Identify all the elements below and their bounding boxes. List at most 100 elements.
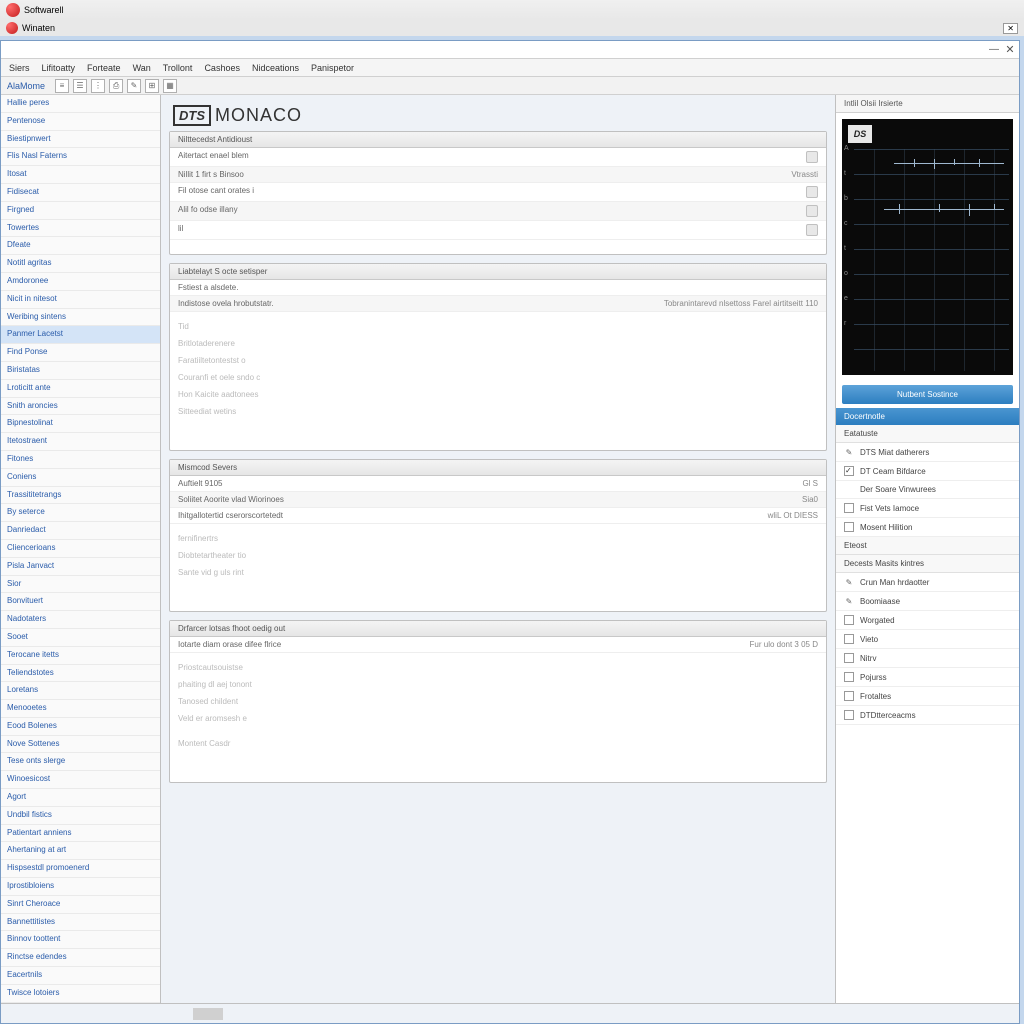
sidebar-item-43[interactable]: Hispsestdl promoenerd xyxy=(1,860,160,878)
check-row[interactable]: ✎DTS Miat datherers xyxy=(836,443,1019,462)
sidebar-item-13[interactable]: Panmer Lacetst xyxy=(1,326,160,344)
check-row[interactable]: DTDtterceacms xyxy=(836,706,1019,725)
panel-row[interactable]: Fstiest a alsdete. xyxy=(170,280,826,296)
sidebar-item-38[interactable]: Winoesicost xyxy=(1,771,160,789)
sidebar-item-22[interactable]: Trassititetrangs xyxy=(1,487,160,505)
sidebar-item-48[interactable]: Rinctse edendes xyxy=(1,949,160,967)
menu-item-1[interactable]: Lifitoatty xyxy=(42,63,76,73)
menu-item-0[interactable]: Siers xyxy=(9,63,30,73)
sidebar-item-5[interactable]: Fidisecat xyxy=(1,184,160,202)
sidebar-item-42[interactable]: Ahertaning at art xyxy=(1,842,160,860)
row-badge-icon[interactable] xyxy=(806,205,818,217)
sidebar-item-30[interactable]: Sooet xyxy=(1,629,160,647)
sidebar-item-1[interactable]: Pentenose xyxy=(1,113,160,131)
check-row[interactable]: Frotaltes xyxy=(836,687,1019,706)
sidebar-item-21[interactable]: Coniens xyxy=(1,469,160,487)
menu-item-6[interactable]: Nidceations xyxy=(252,63,299,73)
check-row[interactable]: Mosent Hilition xyxy=(836,518,1019,537)
sidebar-item-6[interactable]: Firgned xyxy=(1,202,160,220)
row-badge-icon[interactable] xyxy=(806,224,818,236)
panel-row[interactable]: Fil otose cant orates i xyxy=(170,183,826,202)
panel-row[interactable]: Ihitgallotertid cserorscortetedtwliL Ot … xyxy=(170,508,826,524)
row-badge-icon[interactable] xyxy=(806,151,818,163)
sidebar-item-19[interactable]: Itetostraent xyxy=(1,433,160,451)
sidebar-item-15[interactable]: Biristatas xyxy=(1,362,160,380)
sidebar-item-8[interactable]: Dfeate xyxy=(1,237,160,255)
tool-btn-4[interactable]: ⎙ xyxy=(109,79,123,93)
sidebar-item-28[interactable]: Bonvituert xyxy=(1,593,160,611)
sidebar-item-35[interactable]: Eood Bolenes xyxy=(1,718,160,736)
tool-btn-3[interactable]: ⋮ xyxy=(91,79,105,93)
sidebar-item-12[interactable]: Weribing sintens xyxy=(1,309,160,327)
sidebar-item-25[interactable]: Cliencerioans xyxy=(1,540,160,558)
sidebar-item-47[interactable]: Binnov toottent xyxy=(1,931,160,949)
sidebar-item-45[interactable]: Sinrt Cheroace xyxy=(1,896,160,914)
sidebar-item-9[interactable]: Notitl agritas xyxy=(1,255,160,273)
sidebar-item-46[interactable]: Bannettitistes xyxy=(1,914,160,932)
sidebar-item-18[interactable]: Bipnestolinat xyxy=(1,415,160,433)
minimize-button[interactable]: — xyxy=(987,43,1001,57)
sidebar-item-4[interactable]: Itosat xyxy=(1,166,160,184)
tool-btn-2[interactable]: ☰ xyxy=(73,79,87,93)
checkbox[interactable] xyxy=(844,653,854,663)
checkbox[interactable] xyxy=(844,466,854,476)
sidebar-item-10[interactable]: Amdoronee xyxy=(1,273,160,291)
tool-btn-5[interactable]: ✎ xyxy=(127,79,141,93)
sidebar-item-41[interactable]: Patientart anniens xyxy=(1,825,160,843)
sidebar-item-36[interactable]: Nove Sottenes xyxy=(1,736,160,754)
sidebar-item-34[interactable]: Menooetes xyxy=(1,700,160,718)
sidebar-item-31[interactable]: Terocane itetts xyxy=(1,647,160,665)
panel-row[interactable]: Nillit 1 firt s BinsooVtrassti xyxy=(170,167,826,183)
sidebar-item-26[interactable]: Pisla Janvact xyxy=(1,558,160,576)
row-badge-icon[interactable] xyxy=(806,186,818,198)
checkbox[interactable] xyxy=(844,672,854,682)
menu-item-3[interactable]: Wan xyxy=(133,63,151,73)
check-row[interactable]: Worgated xyxy=(836,611,1019,630)
outer-close-button[interactable]: ✕ xyxy=(1003,23,1018,33)
panel-row[interactable]: Indistose ovela hrobutstatr.Tobranintare… xyxy=(170,296,826,312)
panel-row[interactable]: lil xyxy=(170,221,826,240)
sidebar-item-2[interactable]: Biestipnwert xyxy=(1,131,160,149)
menu-item-7[interactable]: Panispetor xyxy=(311,63,354,73)
sidebar-item-44[interactable]: Iprostibloiens xyxy=(1,878,160,896)
check-row[interactable]: Vieto xyxy=(836,630,1019,649)
check-row[interactable]: ✎Boomiaase xyxy=(836,592,1019,611)
check-row[interactable]: ✎Crun Man hrdaotter xyxy=(836,573,1019,592)
checkbox[interactable] xyxy=(844,710,854,720)
sidebar-item-16[interactable]: Lroticitt ante xyxy=(1,380,160,398)
sidebar-item-40[interactable]: Undbil fistics xyxy=(1,807,160,825)
sidebar-item-24[interactable]: Danriedact xyxy=(1,522,160,540)
close-button[interactable]: ✕ xyxy=(1003,43,1017,57)
checkbox[interactable] xyxy=(844,615,854,625)
panel-row[interactable]: Alil fo odse illany xyxy=(170,202,826,221)
sidebar-item-33[interactable]: Loretans xyxy=(1,682,160,700)
sidebar-item-23[interactable]: By seterce xyxy=(1,504,160,522)
check-row[interactable]: Nitrv xyxy=(836,649,1019,668)
panel-row[interactable]: Iotarte diam orase difee flriceFur ulo d… xyxy=(170,637,826,653)
action-button[interactable]: Nutbent Sostince xyxy=(842,385,1013,404)
checkbox[interactable] xyxy=(844,522,854,532)
menu-item-4[interactable]: Trollont xyxy=(163,63,193,73)
panel-row[interactable]: Soliitet Aoorite vlad WiorinoesSia0 xyxy=(170,492,826,508)
sidebar-item-32[interactable]: Teliendstotes xyxy=(1,665,160,683)
checkbox[interactable] xyxy=(844,691,854,701)
sidebar-item-37[interactable]: Tese onts slerge xyxy=(1,753,160,771)
menu-item-2[interactable]: Forteate xyxy=(87,63,121,73)
sidebar-item-14[interactable]: Find Ponse xyxy=(1,344,160,362)
sidebar-item-17[interactable]: Snith aroncies xyxy=(1,398,160,416)
sidebar-item-49[interactable]: Eacertnils xyxy=(1,967,160,985)
check-row[interactable]: Fist Vets Iamoce xyxy=(836,499,1019,518)
sidebar-item-39[interactable]: Agort xyxy=(1,789,160,807)
sidebar-item-29[interactable]: Nadotaters xyxy=(1,611,160,629)
sidebar-item-20[interactable]: Fitones xyxy=(1,451,160,469)
tool-btn-7[interactable]: ▦ xyxy=(163,79,177,93)
sidebar-item-27[interactable]: Sior xyxy=(1,576,160,594)
menu-item-5[interactable]: Cashoes xyxy=(204,63,240,73)
tool-btn-6[interactable]: ⊞ xyxy=(145,79,159,93)
panel-row[interactable]: Auftielt 9105Gl S xyxy=(170,476,826,492)
sidebar-item-50[interactable]: Twisce lotoiers xyxy=(1,985,160,1003)
check-row[interactable]: DT Ceam Bifdarce xyxy=(836,462,1019,481)
sidebar-item-11[interactable]: Nicit in nitesot xyxy=(1,291,160,309)
check-row[interactable]: Pojurss xyxy=(836,668,1019,687)
sidebar-item-0[interactable]: Hallie peres xyxy=(1,95,160,113)
